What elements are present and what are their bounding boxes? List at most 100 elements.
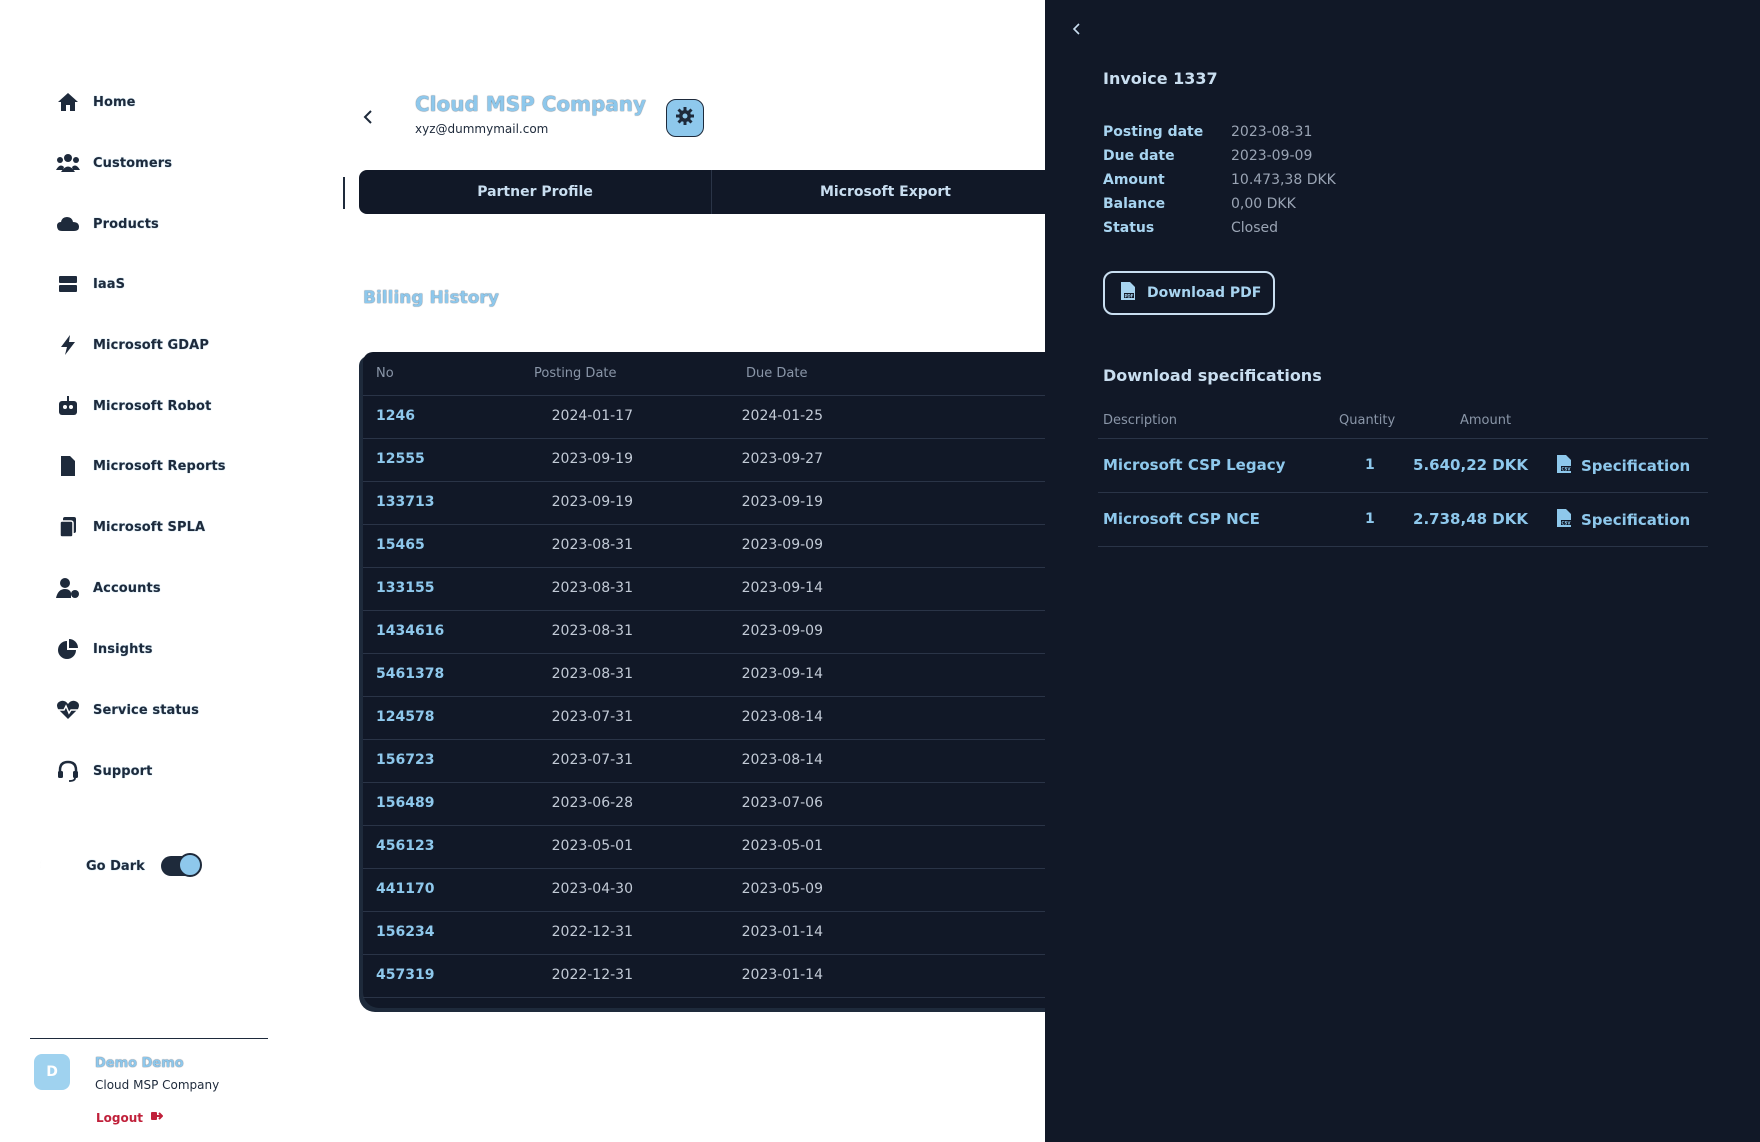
posting-date: 2023-09-19: [551, 451, 633, 467]
table-row[interactable]: 1434616 2023-08-31 2023-09-09: [363, 611, 1063, 654]
spec-header-quantity: Quantity: [1339, 413, 1396, 428]
table-row[interactable]: 156234 2022-12-31 2023-01-14: [363, 912, 1063, 955]
table-row[interactable]: 12555 2023-09-19 2023-09-27: [363, 439, 1063, 482]
tab-partner-profile[interactable]: Partner Profile: [359, 170, 712, 214]
invoice-number[interactable]: 124578: [376, 709, 434, 725]
specification-link[interactable]: CSV Specification: [1555, 508, 1690, 532]
logout-button[interactable]: Logout: [96, 1110, 164, 1125]
settings-button[interactable]: [666, 99, 704, 137]
user-gear-icon: [55, 575, 81, 601]
table-row[interactable]: 133713 2023-09-19 2023-09-19: [363, 482, 1063, 525]
table-row[interactable]: 456123 2023-05-01 2023-05-01: [363, 826, 1063, 869]
spec-header-amount: Amount: [1460, 413, 1512, 428]
table-row[interactable]: 124578 2023-07-31 2023-08-14: [363, 697, 1063, 740]
invoice-number[interactable]: 133155: [376, 580, 434, 596]
sidebar-item-accounts[interactable]: Accounts: [55, 574, 161, 602]
invoice-number[interactable]: 133713: [376, 494, 434, 510]
due-date: 2023-09-09: [741, 537, 823, 553]
invoice-number[interactable]: 156723: [376, 752, 434, 768]
due-date: 2023-09-27: [741, 451, 823, 467]
pdf-file-icon: PDF: [1119, 281, 1137, 305]
sidebar-item-label: Accounts: [93, 580, 161, 596]
sidebar-item-insights[interactable]: Insights: [55, 635, 153, 663]
table-row[interactable]: 457319 2022-12-31 2023-01-14: [363, 955, 1063, 998]
table-row[interactable]: 15465 2023-08-31 2023-09-09: [363, 525, 1063, 568]
tab-microsoft-export[interactable]: Microsoft Export: [712, 170, 1059, 214]
sidebar-divider: [30, 1038, 268, 1039]
invoice-number[interactable]: 5461378: [376, 666, 444, 682]
invoice-number[interactable]: 15465: [376, 537, 425, 553]
headset-icon: [55, 758, 81, 784]
copy-icon: [55, 514, 81, 540]
due-date-value: 2023-09-09: [1231, 148, 1313, 164]
sidebar-item-microsoft-reports[interactable]: Microsoft Reports: [55, 452, 226, 480]
sidebar-item-label: Microsoft Robot: [93, 398, 212, 414]
invoice-number[interactable]: 1434616: [376, 623, 444, 639]
spec-amount: 5.640,22 DKK: [1413, 456, 1528, 474]
spec-quantity: 1: [1365, 457, 1375, 473]
due-date: 2023-09-19: [741, 494, 823, 510]
sidebar-item-label: Service status: [93, 702, 199, 718]
table-row[interactable]: 156723 2023-07-31 2023-08-14: [363, 740, 1063, 783]
posting-date: 2023-07-31: [551, 709, 633, 725]
due-date: 2023-09-14: [741, 580, 823, 596]
bolt-icon: [55, 332, 81, 358]
spec-description: Microsoft CSP Legacy: [1103, 456, 1286, 474]
specification-label: Specification: [1581, 511, 1691, 529]
posting-date: 2023-05-01: [551, 838, 633, 854]
sidebar-item-microsoft-spla[interactable]: Microsoft SPLA: [55, 513, 205, 541]
sidebar-item-microsoft-gdap[interactable]: Microsoft GDAP: [55, 331, 209, 359]
sidebar-item-products[interactable]: Products: [55, 210, 159, 238]
server-icon: [55, 271, 81, 297]
invoice-number[interactable]: 156489: [376, 795, 434, 811]
avatar[interactable]: D: [34, 1054, 70, 1090]
sidebar-item-microsoft-robot[interactable]: Microsoft Robot: [55, 392, 211, 420]
svg-text:CSV: CSV: [1562, 521, 1572, 526]
table-row[interactable]: 5461378 2023-08-31 2023-09-14: [363, 654, 1063, 697]
posting-date: 2022-12-31: [551, 924, 633, 940]
due-date: 2023-05-01: [741, 838, 823, 854]
user-company: Cloud MSP Company: [95, 1078, 220, 1092]
table-row[interactable]: 1246 2024-01-17 2024-01-25: [363, 396, 1063, 439]
sidebar-item-label: Microsoft Reports: [93, 458, 226, 474]
logout-label: Logout: [96, 1110, 144, 1125]
table-row[interactable]: 133155 2023-08-31 2023-09-14: [363, 568, 1063, 611]
posting-date: 2024-01-17: [551, 408, 633, 424]
dark-mode-switch[interactable]: [160, 853, 202, 877]
back-chevron-icon[interactable]: [362, 108, 376, 128]
company-email: xyz@dummymail.com: [415, 122, 549, 136]
invoice-number[interactable]: 1246: [376, 408, 415, 424]
spec-description: Microsoft CSP NCE: [1103, 510, 1260, 528]
spec-header-description: Description: [1103, 413, 1178, 428]
table-row[interactable]: 441170 2023-04-30 2023-05-09: [363, 869, 1063, 912]
posting-date: 2023-06-28: [551, 795, 633, 811]
table-row[interactable]: 156489 2023-06-28 2023-07-06: [363, 783, 1063, 826]
invoice-number[interactable]: 457319: [376, 967, 434, 983]
moon-icon: [38, 855, 60, 877]
column-header-no: No: [376, 366, 394, 381]
amount-value: 10.473,38 DKK: [1231, 172, 1336, 188]
panel-back-chevron-icon[interactable]: [1071, 20, 1083, 40]
sidebar-item-customers[interactable]: Customers: [55, 149, 172, 177]
sidebar-item-service-status[interactable]: Service status: [55, 696, 199, 724]
sidebar-item-label: Customers: [93, 155, 173, 171]
invoice-number[interactable]: 456123: [376, 838, 434, 854]
dark-mode-toggle-row: Go Dark: [38, 853, 202, 877]
download-pdf-button[interactable]: PDF Download PDF: [1103, 271, 1275, 315]
spec-header-divider: [1098, 438, 1708, 439]
posting-date: 2023-08-31: [551, 666, 633, 682]
download-pdf-label: Download PDF: [1147, 285, 1262, 301]
pie-chart-icon: [55, 636, 81, 662]
column-header-due-date: Due Date: [746, 366, 808, 381]
due-date: 2023-05-09: [741, 881, 823, 897]
posting-date-label: Posting date: [1103, 124, 1204, 140]
sidebar-item-home[interactable]: Home: [55, 88, 136, 116]
invoice-number[interactable]: 441170: [376, 881, 434, 897]
specification-link[interactable]: CSV Specification: [1555, 454, 1690, 478]
invoice-number[interactable]: 156234: [376, 924, 434, 940]
spec-row-divider: [1098, 546, 1708, 547]
invoice-number[interactable]: 12555: [376, 451, 425, 467]
sidebar-item-iaas[interactable]: IaaS: [55, 270, 125, 298]
sidebar-item-support[interactable]: Support: [55, 757, 153, 785]
due-date: 2023-01-14: [741, 967, 823, 983]
